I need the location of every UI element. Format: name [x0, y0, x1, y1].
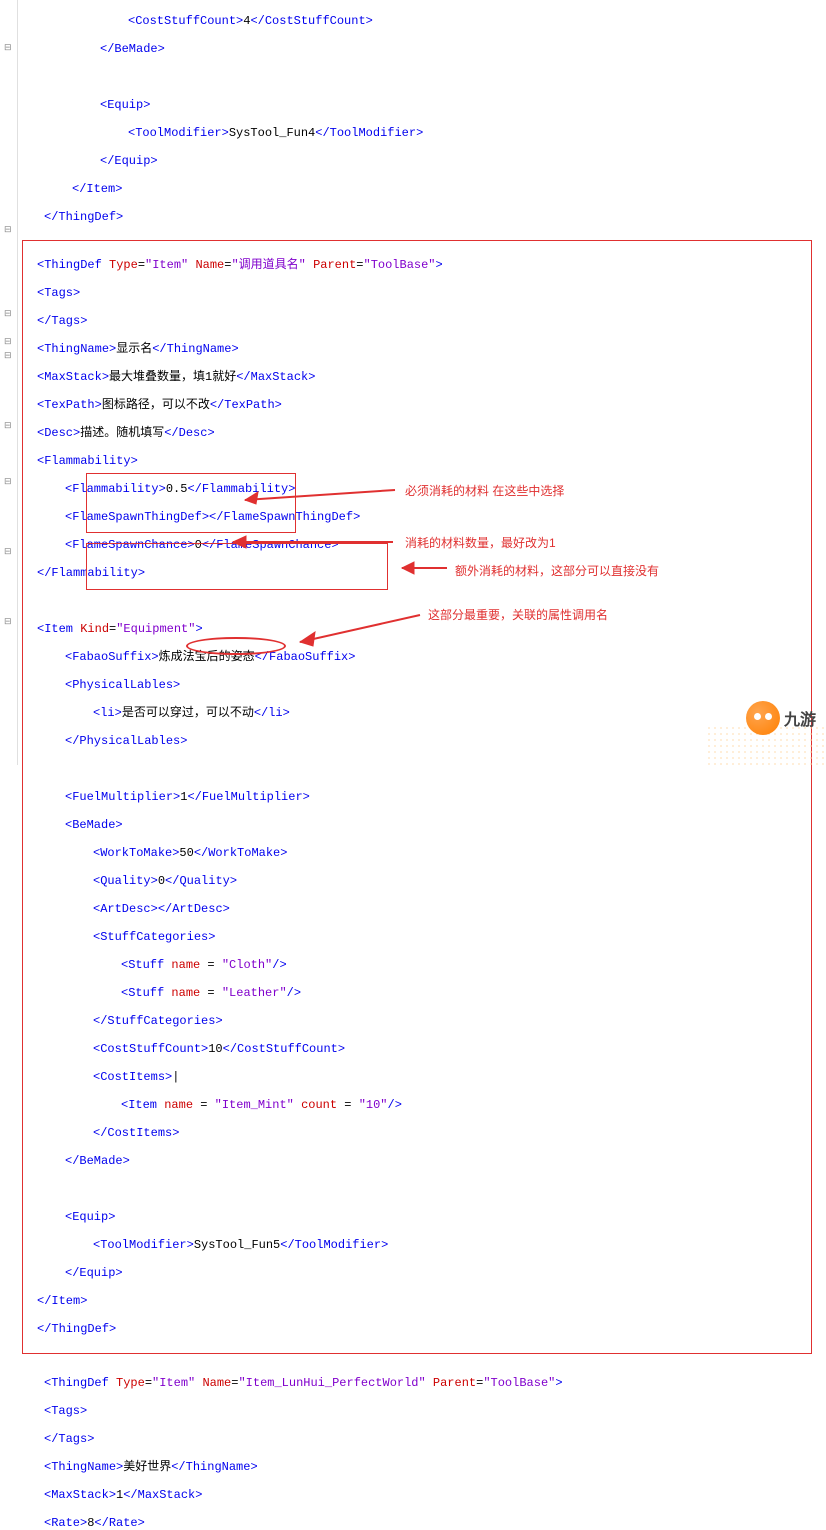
annotation-3: 额外消耗的材料，这部分可以直接没有 — [455, 562, 659, 579]
fold-icon[interactable]: ⊟ — [4, 420, 12, 431]
fold-icon[interactable]: ⊟ — [4, 546, 12, 557]
arrow-2 — [218, 532, 398, 552]
fold-icon[interactable]: ⊟ — [4, 476, 12, 487]
circle-mark — [186, 637, 286, 655]
annotation-2: 消耗的材料数量，最好改为1 — [405, 534, 556, 551]
highlighted-block: <ThingDef Type="Item" Name="调用道具名" Paren… — [22, 240, 812, 1354]
logo-text: 九游 — [784, 706, 816, 730]
arrow-1 — [230, 480, 400, 510]
fold-icon[interactable]: ⊟ — [4, 224, 12, 235]
logo: 九游 — [746, 701, 816, 735]
fold-icon[interactable]: ⊟ — [4, 350, 12, 361]
annotation-1: 必须消耗的材料 在这些中选择 — [405, 482, 564, 499]
logo-icon — [746, 701, 780, 735]
annotation-4: 这部分最重要，关联的属性调用名 — [428, 606, 608, 623]
code-area[interactable]: <CostStuffCount>4</CostStuffCount> </BeM… — [0, 0, 826, 238]
arrow-4 — [285, 610, 425, 650]
code-area-after[interactable]: <ThingDef Type="Item" Name="Item_LunHui_… — [0, 1362, 826, 1530]
fold-icon[interactable]: ⊟ — [4, 42, 12, 53]
arrow-3 — [392, 558, 452, 578]
fold-icon[interactable]: ⊟ — [4, 336, 12, 347]
fold-icon[interactable]: ⊟ — [4, 616, 12, 627]
fold-icon[interactable]: ⊟ — [4, 308, 12, 319]
editor-gutter — [0, 0, 18, 765]
